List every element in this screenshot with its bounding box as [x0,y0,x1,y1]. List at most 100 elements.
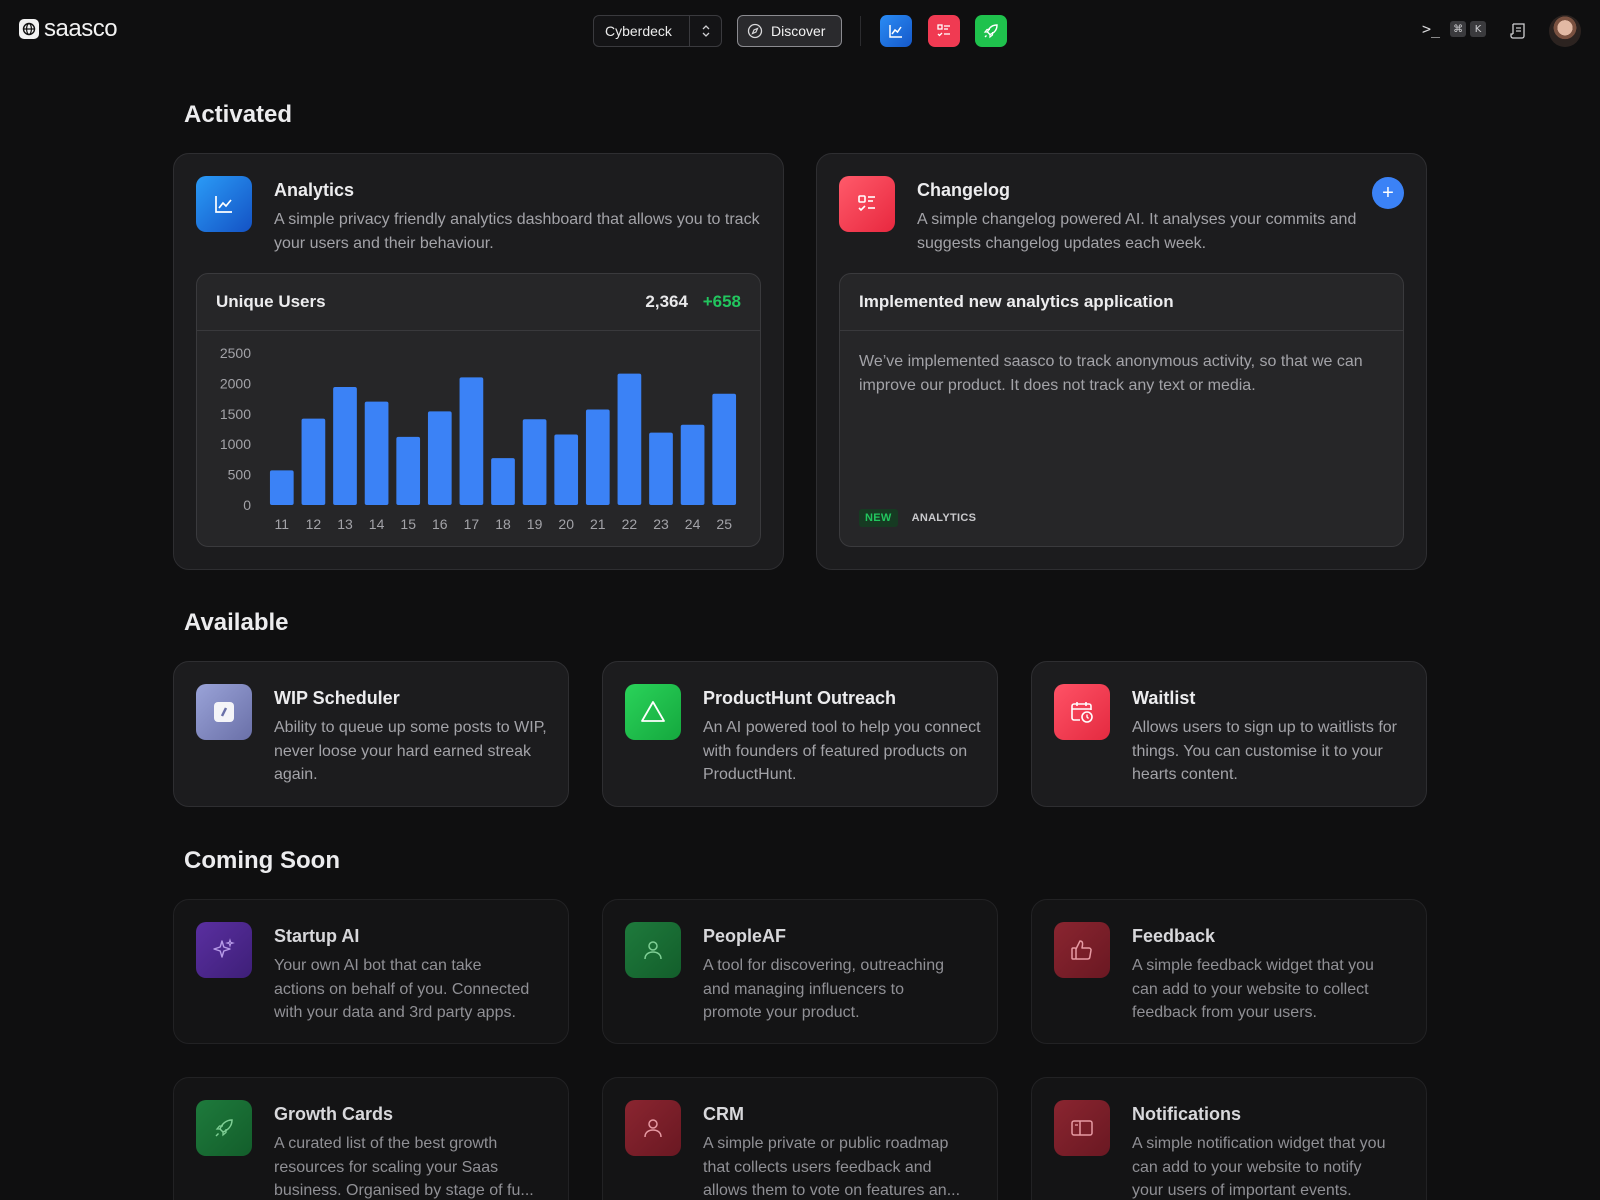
section-title-coming-soon: Coming Soon [184,847,340,874]
card-description: A curated list of the best growth resour… [274,1132,554,1200]
kbd-cmd: ⌘ [1450,21,1467,37]
unique-users-bar-chart: 0 500 1000 1500 2000 2500 11 12 13 14 15 16 17 18 19 20… [220,345,737,532]
chart-bar[interactable] [427,411,452,505]
description-line: actions on behalf of you. Connected [274,980,530,998]
waitlist-card[interactable]: Waitlist Allows users to sign up to wait… [1031,661,1427,807]
section-title-available: Available [184,609,289,636]
globe-icon [19,19,39,39]
chart-bar[interactable] [585,409,610,505]
workspace-select[interactable]: Cyberdeck [593,15,722,47]
kbd-k: K [1470,21,1487,37]
wip-icon [196,684,252,740]
chart-bar[interactable] [459,377,484,505]
y-tick-label: 2500 [220,345,251,361]
card-title: CRM [703,1104,744,1124]
card-description: A tool for discovering, outreaching and … [703,954,983,1025]
y-tick-label: 0 [243,497,251,513]
chart-bar[interactable] [301,418,326,505]
x-tick-label: 11 [275,516,290,532]
notifications-card[interactable]: Notifications A simple notification widg… [1031,1077,1427,1200]
x-tick-label: 13 [337,516,353,532]
description-line: A simple private or public roadmap [703,1135,949,1152]
brand-logo[interactable]: saasco [19,15,118,42]
command-palette-button[interactable]: >_ ⌘ K [1422,20,1487,38]
changelog-entry[interactable]: Implemented new analytics application We… [839,273,1404,547]
chart-bar[interactable] [712,393,737,505]
card-description: An AI powered tool to help you connect w… [703,719,981,783]
terminal-icon: >_ [1422,20,1441,38]
brand-name: saasco [44,15,118,42]
card-title: ProductHunt Outreach [703,688,897,708]
new-badge: NEW [859,509,898,527]
chevron-up-down-icon[interactable] [689,16,721,46]
description-line: with your data and 3rd party apps. [274,1004,516,1021]
description-line: resources for scaling your Saas [274,1158,499,1176]
startup-ai-card[interactable]: Startup AI Your own AI bot that can take… [173,899,569,1044]
y-tick-label: 500 [228,467,252,483]
card-title: WIP Scheduler [274,688,400,708]
y-tick-label: 1500 [220,406,251,422]
panel-title: Unique Users [216,292,326,311]
chart-bar[interactable] [617,373,642,505]
crm-card[interactable]: CRM A simple private or public roadmap t… [602,1077,998,1200]
x-tick-label: 12 [306,516,322,532]
triangle-icon [625,684,681,740]
person-icon [625,1100,681,1156]
card-title: PeopleAF [703,926,787,946]
x-tick-label: 22 [622,516,638,532]
entry-title: Implemented new analytics application [859,292,1174,311]
feedback-card[interactable]: Feedback A simple feedback widget that y… [1031,899,1427,1044]
chart-bar[interactable] [491,458,515,505]
analytics-app-button[interactable] [880,15,912,47]
sparkles-icon [196,922,252,978]
top-bar: saasco Cyberdeck Discover >_ ⌘ K [0,0,1600,62]
x-tick-label: 16 [432,516,448,532]
chart-bar[interactable] [649,432,673,505]
peopleaf-card[interactable]: PeopleAF A tool for discovering, outreac… [602,899,998,1044]
discover-label: Discover [771,23,826,39]
chart-bar[interactable] [364,401,389,505]
description-line: A curated list of the best growth [274,1135,498,1152]
description-line: A simple notification widget that you [1132,1135,1386,1152]
line-chart-icon [889,25,902,38]
thumbs-up-icon [1054,922,1110,978]
card-title: Startup AI [274,926,360,946]
card-description: A simple feedback widget that you can ad… [1132,954,1412,1025]
wip-scheduler-card[interactable]: WIP Scheduler Ability to queue up some p… [173,661,569,807]
x-tick-label: 15 [400,516,416,532]
user-avatar[interactable] [1549,15,1581,47]
card-title: Analytics [274,180,355,200]
launch-app-button[interactable] [975,15,1007,47]
description-line: business. Organised by stage of fu... [274,1182,534,1199]
card-title: Growth Cards [274,1104,394,1124]
chart-bar[interactable] [333,387,357,505]
chart-bar[interactable] [269,470,294,505]
description-line: promote your product. [703,1004,860,1021]
panel-header: Unique Users 2,364 +658 [197,274,760,331]
docs-button[interactable] [1506,19,1530,43]
growth-cards-card[interactable]: Growth Cards A curated list of the best … [173,1077,569,1200]
chart-bar[interactable] [522,419,547,505]
unique-users-panel: Unique Users 2,364 +658 0 500 1000 1500 2000… [196,273,761,547]
x-tick-label: 25 [716,516,732,532]
discover-button[interactable]: Discover [737,15,842,47]
chart-bar[interactable] [396,436,421,505]
entry-header: Implemented new analytics application [840,274,1403,331]
changelog-app-button[interactable] [928,15,960,47]
x-tick-label: 20 [558,516,574,532]
changelog-card[interactable]: Changelog A simple changelog powered AI.… [816,153,1427,570]
chart-bar[interactable] [680,424,705,505]
add-changelog-button[interactable]: + [1372,177,1404,209]
section-title-activated: Activated [184,101,293,128]
producthunt-outreach-card[interactable]: ProductHunt Outreach An AI powered tool … [602,661,998,807]
x-tick-label: 18 [495,516,511,532]
entry-tags: NEW ANALYTICS [859,509,976,527]
calendar-clock-icon [1054,684,1110,740]
y-tick-label: 1000 [220,436,251,452]
x-tick-label: 14 [369,516,385,532]
chart-bar[interactable] [554,434,579,505]
compass-icon [747,23,763,39]
x-tick-label: 21 [590,516,606,532]
analytics-card[interactable]: Analytics A simple privacy friendly anal… [173,153,784,570]
card-title: Notifications [1132,1104,1242,1124]
